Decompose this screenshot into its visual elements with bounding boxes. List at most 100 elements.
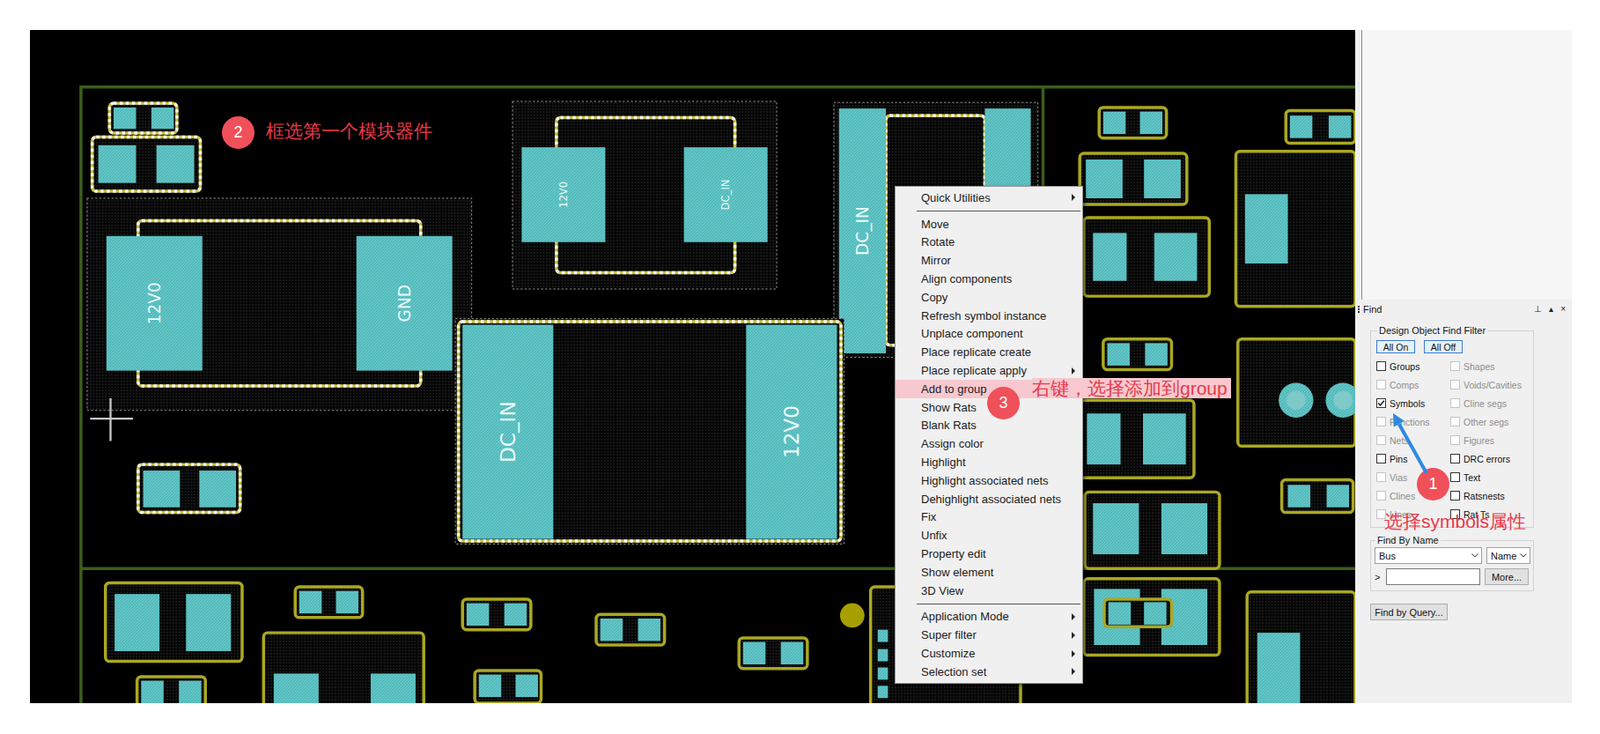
pad[interactable] — [1290, 115, 1313, 138]
pcb-component[interactable] — [1285, 110, 1356, 143]
header-control[interactable]: ⊥ — [1532, 303, 1544, 314]
pad[interactable] — [1144, 342, 1167, 365]
pcb-component[interactable] — [1078, 399, 1195, 478]
pad[interactable] — [1092, 232, 1127, 281]
pcb-component[interactable] — [1103, 339, 1173, 370]
pad[interactable] — [113, 107, 136, 129]
pad[interactable] — [1154, 232, 1198, 281]
menu-item[interactable]: Blank Rats — [895, 416, 1083, 436]
pcb-component[interactable] — [1104, 598, 1172, 627]
header-control[interactable]: ▴ — [1547, 303, 1556, 314]
pad[interactable] — [143, 470, 181, 508]
pad[interactable] — [600, 618, 623, 641]
pad[interactable] — [114, 593, 160, 651]
pad[interactable]: GND — [356, 235, 453, 371]
menu-item[interactable]: Application Mode — [895, 607, 1083, 627]
pad[interactable] — [781, 641, 804, 664]
pad[interactable]: 12V0 — [106, 235, 203, 371]
pad[interactable] — [98, 145, 137, 184]
pad[interactable] — [1103, 111, 1126, 134]
pcb-component[interactable] — [1238, 339, 1356, 447]
menu-item[interactable]: 3D View — [895, 581, 1083, 600]
pcb-component[interactable] — [92, 137, 201, 192]
via[interactable] — [840, 603, 865, 628]
pad[interactable]: 12V0 — [521, 147, 605, 243]
pad[interactable] — [638, 618, 661, 641]
pad[interactable] — [1161, 502, 1208, 554]
filter-checkbox[interactable]: Text — [1450, 467, 1530, 487]
pcb-component[interactable] — [1079, 153, 1188, 205]
pad[interactable] — [1327, 484, 1350, 507]
pcb-component[interactable] — [1282, 479, 1354, 512]
pad[interactable] — [1142, 412, 1187, 465]
pad[interactable]: DC_IN — [462, 324, 553, 539]
mode-select[interactable]: Name — [1486, 546, 1531, 564]
pad[interactable] — [1143, 601, 1166, 624]
menu-item[interactable]: Highlight associated nets — [895, 471, 1083, 490]
pad[interactable] — [151, 107, 174, 129]
menu-item[interactable]: Dehighlight associated nets — [895, 489, 1083, 509]
menu-item[interactable]: Highlight — [895, 452, 1083, 472]
menu-item[interactable]: Place replicate create — [895, 342, 1083, 362]
pad[interactable] — [504, 603, 527, 626]
pcb-component[interactable] — [1246, 591, 1356, 703]
pad[interactable] — [1106, 342, 1129, 365]
pad[interactable] — [466, 603, 489, 626]
grip-icon[interactable] — [1357, 305, 1360, 313]
pad[interactable] — [743, 641, 766, 664]
menu-item[interactable]: Move — [895, 214, 1083, 234]
pcb-component[interactable]: 12V0 GND — [87, 198, 472, 411]
pcb-component[interactable] — [462, 598, 531, 630]
pad[interactable]: DC_IN — [839, 108, 886, 354]
filter-button[interactable]: All On — [1376, 339, 1416, 354]
filter-checkbox[interactable]: Ratsnests — [1450, 486, 1530, 505]
menu-item[interactable]: Copy — [895, 287, 1083, 307]
filter-checkbox[interactable]: Groups — [1376, 356, 1451, 376]
pcb-component[interactable] — [109, 103, 177, 133]
pcb-component[interactable] — [474, 670, 541, 703]
pcb-component[interactable] — [1098, 107, 1166, 139]
pad[interactable] — [1288, 484, 1311, 507]
pad[interactable] — [370, 672, 416, 703]
pcb-component[interactable]: DC_IN12V0 — [455, 318, 844, 545]
pcb-component[interactable] — [596, 613, 665, 645]
pcb-component[interactable] — [263, 632, 424, 703]
menu-item[interactable]: Assign color — [895, 434, 1083, 453]
pad[interactable] — [299, 590, 322, 613]
pcb-component[interactable] — [738, 637, 808, 669]
find-by-query-button[interactable]: Find by Query... — [1370, 603, 1448, 620]
pad[interactable] — [1328, 115, 1351, 138]
menu-item[interactable]: Align components — [895, 269, 1083, 288]
pcb-component[interactable] — [294, 586, 362, 618]
pad[interactable] — [1143, 159, 1181, 199]
round-pad[interactable] — [1325, 383, 1356, 418]
menu-item[interactable]: Show element — [895, 562, 1083, 582]
name-input[interactable] — [1386, 567, 1481, 585]
more-button[interactable]: More... — [1484, 567, 1529, 585]
filter-checkbox[interactable]: DRC errors — [1450, 449, 1530, 468]
menu-item[interactable]: Property edit — [895, 544, 1083, 563]
menu-item[interactable]: Refresh symbol instance — [895, 306, 1083, 325]
pcb-component[interactable] — [137, 676, 207, 703]
pad[interactable]: DC_IN — [684, 147, 768, 243]
pad[interactable] — [877, 648, 889, 662]
pad[interactable] — [1140, 111, 1163, 134]
type-select[interactable]: Bus — [1374, 546, 1483, 564]
menu-item[interactable]: Selection set — [895, 662, 1083, 681]
pad[interactable] — [185, 593, 231, 651]
menu-item[interactable]: Quick Utilities — [895, 188, 1083, 207]
pad[interactable] — [877, 685, 889, 698]
header-control[interactable]: × — [1558, 303, 1568, 314]
pcb-component[interactable] — [1084, 491, 1220, 568]
pad[interactable] — [877, 666, 889, 679]
menu-item[interactable]: Place replicate apply — [895, 361, 1083, 380]
pad[interactable] — [178, 680, 201, 703]
filter-checkbox[interactable]: Symbols — [1376, 393, 1451, 413]
pad[interactable] — [156, 145, 195, 184]
menu-item[interactable]: Rotate — [895, 233, 1083, 252]
pcb-component[interactable] — [1083, 578, 1220, 656]
pad[interactable] — [1092, 502, 1139, 554]
pad[interactable] — [140, 680, 163, 703]
menu-item[interactable]: Customize — [895, 643, 1083, 663]
menu-item[interactable]: Super filter — [895, 625, 1083, 644]
